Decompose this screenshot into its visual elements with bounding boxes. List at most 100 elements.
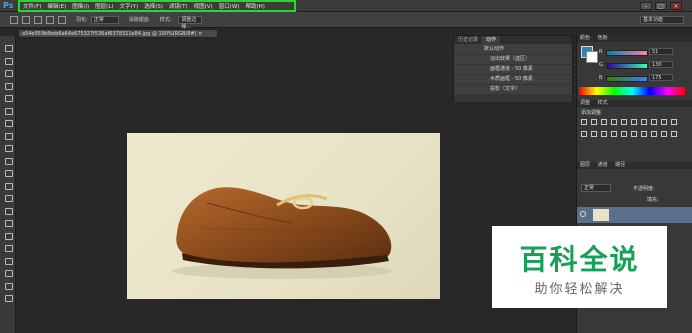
adjustment-icon[interactable] <box>611 119 617 125</box>
feather-select[interactable]: 正常 <box>90 15 119 24</box>
channels-tab[interactable]: 通道 <box>598 162 608 168</box>
actions-footer <box>454 94 572 102</box>
adjustments-title: 添加调整 <box>581 110 602 116</box>
workspace-select[interactable]: 基本功能 <box>640 16 684 24</box>
gradient-tool-icon[interactable] <box>4 182 13 190</box>
history-tab[interactable]: 历史记录 <box>454 36 482 44</box>
green-value[interactable]: 130 <box>649 61 673 68</box>
actions-tab[interactable]: 动作 <box>482 36 501 44</box>
shoe-image <box>172 187 392 279</box>
adjustment-icon[interactable] <box>641 119 647 125</box>
blue-value[interactable]: 175 <box>649 74 673 81</box>
feather-label: 羽化: <box>76 17 88 23</box>
color-spectrum[interactable] <box>579 87 685 95</box>
menu-item[interactable]: 帮助(H) <box>245 2 264 10</box>
clone-tool-icon[interactable] <box>4 144 13 152</box>
options-bar: 羽化: 正常 消除锯齿 样式: 调整边缘... 基本功能 <box>0 12 692 30</box>
eraser-tool-icon[interactable] <box>4 169 13 177</box>
intersect-selection-icon[interactable] <box>58 15 66 24</box>
adjustment-icon[interactable] <box>601 119 607 125</box>
minimize-button[interactable]: – <box>640 2 652 10</box>
quick-select-tool-icon[interactable] <box>4 82 13 90</box>
history-brush-tool-icon[interactable] <box>4 157 13 165</box>
maximize-button[interactable]: □ <box>655 2 667 10</box>
adjustment-icon[interactable] <box>631 131 637 137</box>
blur-tool-icon[interactable] <box>4 194 13 202</box>
layers-panel-tabs[interactable]: 图层 通道 路径 <box>577 162 692 169</box>
hand-tool-icon[interactable] <box>4 269 13 277</box>
tools-panel <box>0 36 16 333</box>
red-slider[interactable] <box>606 50 648 56</box>
marquee-tool-icon[interactable] <box>4 57 13 65</box>
adjustment-icon[interactable] <box>651 119 657 125</box>
adjustment-icon[interactable] <box>591 131 597 137</box>
menu-item[interactable]: 图层(L) <box>95 2 113 10</box>
healing-tool-icon[interactable] <box>4 119 13 127</box>
adjustment-icon[interactable] <box>661 131 667 137</box>
adjustment-icon[interactable] <box>651 131 657 137</box>
menu-item[interactable]: 窗口(W) <box>219 2 240 10</box>
layers-tab[interactable]: 图层 <box>580 162 590 168</box>
lasso-tool-icon[interactable] <box>4 69 13 77</box>
refine-edge-button[interactable]: 调整边缘... <box>178 15 203 30</box>
brush-tool-icon[interactable] <box>4 132 13 140</box>
layer-row[interactable] <box>577 207 692 223</box>
marquee-tool-icon[interactable] <box>10 15 18 24</box>
color-tab[interactable]: 颜色 <box>580 35 590 41</box>
adjustment-icon[interactable] <box>581 131 587 137</box>
adjustment-icon[interactable] <box>611 131 617 137</box>
adjustment-icon[interactable] <box>661 119 667 125</box>
menu-item[interactable]: 文字(Y) <box>120 2 139 10</box>
close-button[interactable]: × <box>670 2 682 10</box>
adjustment-icon[interactable] <box>581 119 587 125</box>
styles-tab[interactable]: 样式 <box>598 100 608 106</box>
layer-thumbnail <box>593 209 609 221</box>
adjustment-icon[interactable] <box>591 119 597 125</box>
adjustments-tab[interactable]: 调整 <box>580 100 590 106</box>
adjustment-icon[interactable] <box>641 131 647 137</box>
crop-tool-icon[interactable] <box>4 94 13 102</box>
eyedropper-tool-icon[interactable] <box>4 107 13 115</box>
menu-item[interactable]: 编辑(E) <box>47 2 66 10</box>
path-select-tool-icon[interactable] <box>4 244 13 252</box>
adjustment-icons <box>581 119 681 149</box>
green-slider[interactable] <box>606 63 648 69</box>
dodge-tool-icon[interactable] <box>4 207 13 215</box>
style-label: 样式: <box>159 17 172 23</box>
visibility-icon[interactable] <box>580 211 586 217</box>
adjustment-icon[interactable] <box>671 131 677 137</box>
adjustment-icon[interactable] <box>601 131 607 137</box>
menu-item[interactable]: 文件(F) <box>23 2 41 10</box>
subtract-selection-icon[interactable] <box>46 15 54 24</box>
menu-item[interactable]: 图像(I) <box>72 2 89 10</box>
shape-tool-icon[interactable] <box>4 257 13 265</box>
blue-slider[interactable] <box>606 76 648 82</box>
adjustment-icon[interactable] <box>621 131 627 137</box>
add-selection-icon[interactable] <box>34 15 42 24</box>
red-value[interactable]: 51 <box>649 48 673 55</box>
blend-mode-select[interactable]: 正常 <box>581 184 611 192</box>
menu-item[interactable]: 视图(V) <box>194 2 213 10</box>
color-panel-tabs[interactable]: 颜色 色板 <box>577 35 692 42</box>
document-canvas[interactable] <box>127 133 440 299</box>
menu-item[interactable]: 滤镜(T) <box>169 2 188 10</box>
pen-tool-icon[interactable] <box>4 219 13 227</box>
type-tool-icon[interactable] <box>4 232 13 240</box>
adjustment-icon[interactable] <box>621 119 627 125</box>
swatches-tab[interactable]: 色板 <box>598 35 608 41</box>
background-color-swatch[interactable] <box>586 51 598 63</box>
zoom-tool-icon[interactable] <box>4 282 13 290</box>
foreground-background-tool-icon[interactable] <box>4 294 13 302</box>
antialias-label[interactable]: 消除锯齿 <box>129 16 149 23</box>
new-selection-icon[interactable] <box>22 15 30 24</box>
fill-label: 填充: <box>647 197 659 203</box>
watermark-subtitle: 助你轻松解决 <box>534 282 625 297</box>
paths-tab[interactable]: 路径 <box>615 162 625 168</box>
adjustment-icon[interactable] <box>671 119 677 125</box>
move-tool-icon[interactable] <box>4 44 13 52</box>
document-tab[interactable]: a54e959bfbeb6a64a675327f536af6378311e84.… <box>18 29 218 38</box>
menu-bar: Ps 文件(F) 编辑(E) 图像(I) 图层(L) 文字(Y) 选择(S) 滤镜(T) 视图… <box>0 0 692 12</box>
adjustment-icon[interactable] <box>631 119 637 125</box>
menu-item[interactable]: 选择(S) <box>144 2 163 10</box>
adjustments-panel-tabs[interactable]: 调整 样式 <box>577 100 692 107</box>
